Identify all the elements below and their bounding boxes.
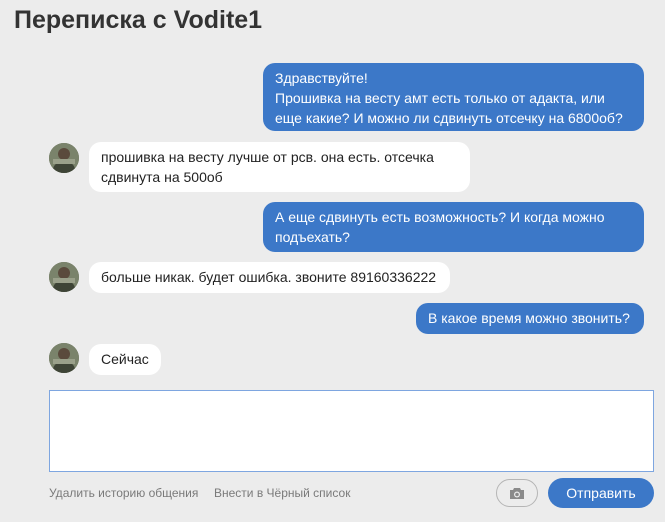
clear-history-link[interactable]: Удалить историю общения — [49, 486, 198, 500]
message-input[interactable] — [49, 390, 654, 472]
avatar-image — [49, 343, 79, 373]
conversation-page: Переписка с Vodite1 Здравствуйте! Прошив… — [0, 0, 665, 522]
message-outgoing: А еще сдвинуть есть возможность? И когда… — [263, 202, 644, 252]
camera-icon — [510, 487, 524, 499]
message-incoming: больше никак. будет ошибка. звоните 8916… — [89, 262, 450, 293]
avatar[interactable] — [49, 143, 79, 173]
message-incoming: Сейчас — [89, 344, 161, 375]
avatar[interactable] — [49, 262, 79, 292]
message-incoming: прошивка на весту лучше от рсв. она есть… — [89, 142, 470, 192]
attach-photo-button[interactable] — [496, 479, 538, 507]
avatar[interactable] — [49, 343, 79, 373]
page-title: Переписка с Vodite1 — [14, 6, 263, 34]
send-button[interactable]: Отправить — [548, 478, 654, 508]
message-outgoing: Здравствуйте! Прошивка на весту амт есть… — [263, 63, 644, 131]
avatar-image — [49, 262, 79, 292]
message-outgoing: В какое время можно звонить? — [416, 303, 644, 334]
avatar-image — [49, 143, 79, 173]
blacklist-link[interactable]: Внести в Чёрный список — [214, 486, 350, 500]
